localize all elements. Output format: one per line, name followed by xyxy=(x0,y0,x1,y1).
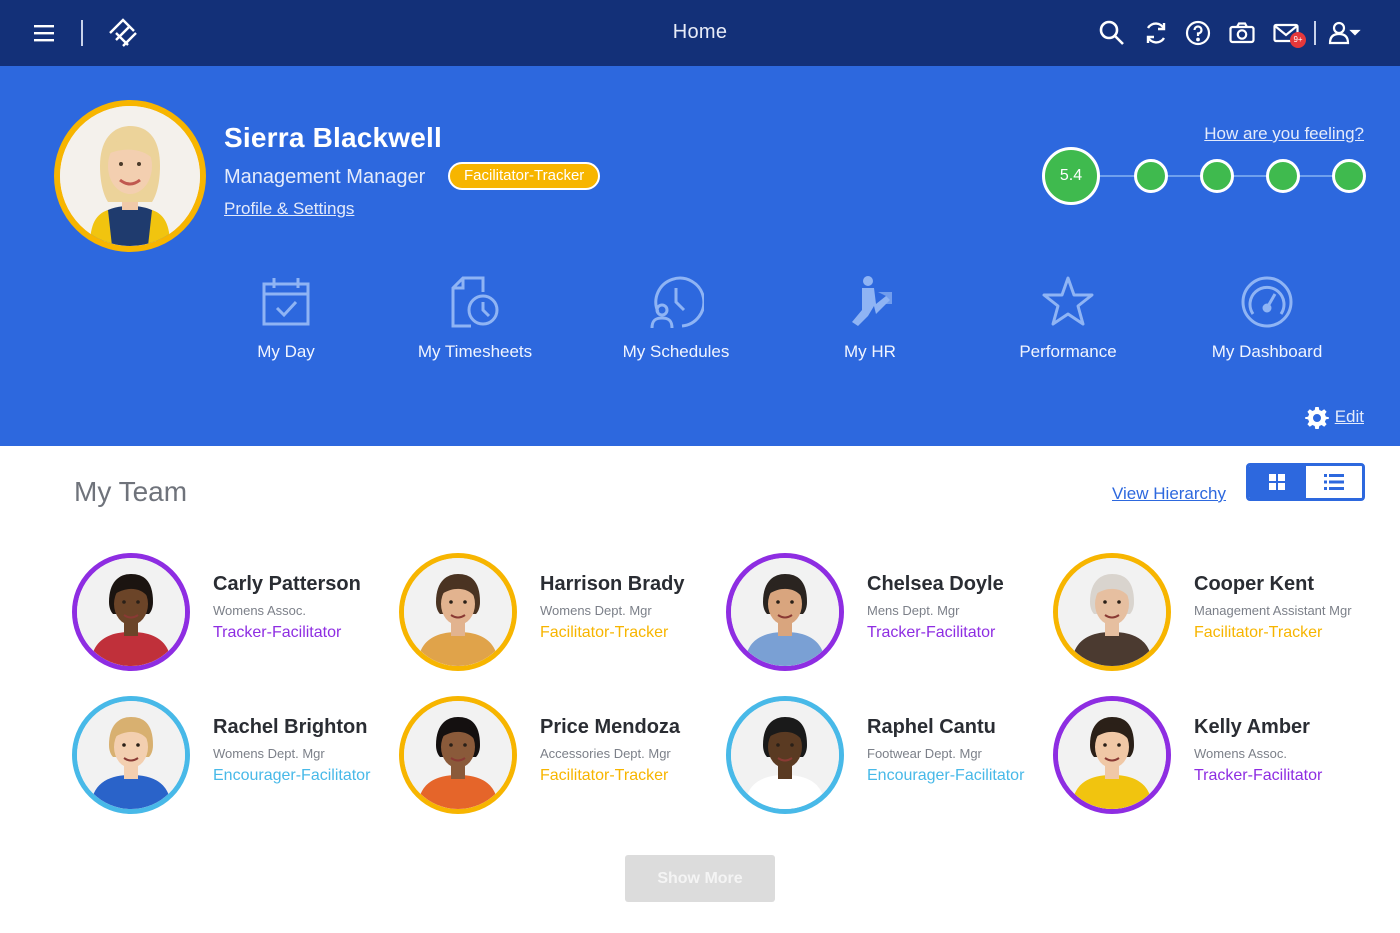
view-toggle xyxy=(1246,463,1365,501)
help-icon[interactable] xyxy=(1184,19,1212,47)
edit-button[interactable]: Edit xyxy=(1304,406,1364,430)
team-member-card[interactable]: Raphel Cantu Footwear Dept. Mgr Encourager… xyxy=(726,696,1046,816)
list-view-button[interactable] xyxy=(1306,466,1362,498)
member-dept: Accessories Dept. Mgr xyxy=(540,746,671,761)
top-bar: Home 9+ xyxy=(0,0,1400,66)
avatar xyxy=(72,696,190,814)
gauge-icon xyxy=(1241,276,1293,328)
member-dept: Womens Assoc. xyxy=(213,603,306,618)
mood-tracker: 5.4 xyxy=(1042,146,1372,206)
member-name: Chelsea Doyle xyxy=(867,573,1004,595)
member-role: Facilitator-Tracker xyxy=(1194,624,1323,641)
refresh-icon[interactable] xyxy=(1142,19,1170,47)
timesheet-clock-icon xyxy=(451,276,499,328)
member-name: Rachel Brighton xyxy=(213,716,368,738)
member-name: Price Mendoza xyxy=(540,716,681,738)
gear-icon xyxy=(1304,407,1329,429)
tile-my-day[interactable]: My Day xyxy=(196,274,376,374)
member-role: Encourager-Facilitator xyxy=(867,767,1025,784)
member-dept: Footwear Dept. Mgr xyxy=(867,746,982,761)
user-menu-icon[interactable] xyxy=(1328,19,1362,47)
quick-links: My Day My Timesheets My Schedules My HR … xyxy=(0,274,1400,384)
role-badge: Facilitator-Tracker xyxy=(448,162,601,190)
tile-my-dashboard[interactable]: My Dashboard xyxy=(1177,274,1357,374)
mood-dot[interactable] xyxy=(1332,159,1366,193)
tile-my-hr[interactable]: My HR xyxy=(780,274,960,374)
tile-label: My Schedules xyxy=(622,342,730,361)
tile-my-schedules[interactable]: My Schedules xyxy=(586,274,766,374)
member-dept: Mens Dept. Mgr xyxy=(867,603,960,618)
search-icon[interactable] xyxy=(1098,19,1126,47)
team-member-card[interactable]: Carly Patterson Womens Assoc. Tracker-Faci… xyxy=(72,553,392,673)
avatar xyxy=(726,553,844,671)
member-name: Cooper Kent xyxy=(1194,573,1314,595)
member-role: Encourager-Facilitator xyxy=(213,767,371,784)
member-dept: Womens Dept. Mgr xyxy=(213,746,325,761)
member-name: Harrison Brady xyxy=(540,573,685,595)
member-role: Facilitator-Tracker xyxy=(540,767,669,784)
mood-dot[interactable] xyxy=(1134,159,1168,193)
avatar xyxy=(726,696,844,814)
member-role: Tracker-Facilitator xyxy=(1194,767,1323,784)
profile-settings-link[interactable]: Profile & Settings xyxy=(224,199,354,219)
team-member-card[interactable]: Rachel Brighton Womens Dept. Mgr Encourage… xyxy=(72,696,392,816)
member-name: Raphel Cantu xyxy=(867,716,996,738)
schedule-person-clock-icon xyxy=(650,276,704,329)
team-member-card[interactable]: Chelsea Doyle Mens Dept. Mgr Tracker-Facil… xyxy=(726,553,1046,673)
grid-icon xyxy=(1269,474,1285,490)
avatar xyxy=(399,553,517,671)
how-are-you-feeling-link[interactable]: How are you feeling? xyxy=(1204,124,1364,144)
mood-dot[interactable] xyxy=(1200,159,1234,193)
member-role: Tracker-Facilitator xyxy=(867,624,996,641)
notification-badge: 9+ xyxy=(1290,32,1306,48)
tile-performance[interactable]: Performance xyxy=(978,274,1158,374)
mood-score-dot[interactable]: 5.4 xyxy=(1042,147,1100,205)
team-member-card[interactable]: Cooper Kent Management Assistant Mgr Facil… xyxy=(1053,553,1373,673)
tile-my-timesheets[interactable]: My Timesheets xyxy=(385,274,565,374)
avatar xyxy=(72,553,190,671)
tile-label: Performance xyxy=(1019,342,1117,361)
list-icon xyxy=(1324,474,1344,490)
divider xyxy=(1314,21,1316,45)
star-icon xyxy=(1042,276,1094,326)
edit-label: Edit xyxy=(1334,407,1364,426)
hr-person-icon xyxy=(852,276,892,326)
team-member-card[interactable]: Harrison Brady Womens Dept. Mgr Facilitato… xyxy=(399,553,719,673)
tile-label: My Dashboard xyxy=(1211,342,1323,361)
section-title: My Team xyxy=(74,476,188,507)
member-dept: Womens Dept. Mgr xyxy=(540,603,652,618)
tile-label: My HR xyxy=(844,342,896,361)
show-more-button[interactable]: Show More xyxy=(625,855,775,902)
user-role: Management Manager xyxy=(224,166,426,188)
member-name: Kelly Amber xyxy=(1194,716,1310,738)
member-dept: Womens Assoc. xyxy=(1194,746,1287,761)
profile-hero: Sierra Blackwell Management Manager Faci… xyxy=(0,66,1400,446)
camera-icon[interactable] xyxy=(1228,19,1256,47)
member-role: Tracker-Facilitator xyxy=(213,624,342,641)
mood-dot[interactable] xyxy=(1266,159,1300,193)
avatar xyxy=(399,696,517,814)
member-role: Facilitator-Tracker xyxy=(540,624,669,641)
avatar xyxy=(1053,553,1171,671)
avatar xyxy=(1053,696,1171,814)
grid-view-button[interactable] xyxy=(1249,466,1306,498)
calendar-check-icon xyxy=(262,278,310,326)
tile-label: My Timesheets xyxy=(417,342,533,361)
member-dept: Management Assistant Mgr xyxy=(1194,603,1352,618)
user-name: Sierra Blackwell xyxy=(224,122,442,153)
avatar[interactable] xyxy=(54,100,206,252)
view-hierarchy-link[interactable]: View Hierarchy xyxy=(1112,484,1226,504)
team-member-card[interactable]: Kelly Amber Womens Assoc. Tracker-Facilita… xyxy=(1053,696,1373,816)
tile-label: My Day xyxy=(257,342,315,361)
team-member-card[interactable]: Price Mendoza Accessories Dept. Mgr Facili… xyxy=(399,696,719,816)
member-name: Carly Patterson xyxy=(213,573,361,595)
